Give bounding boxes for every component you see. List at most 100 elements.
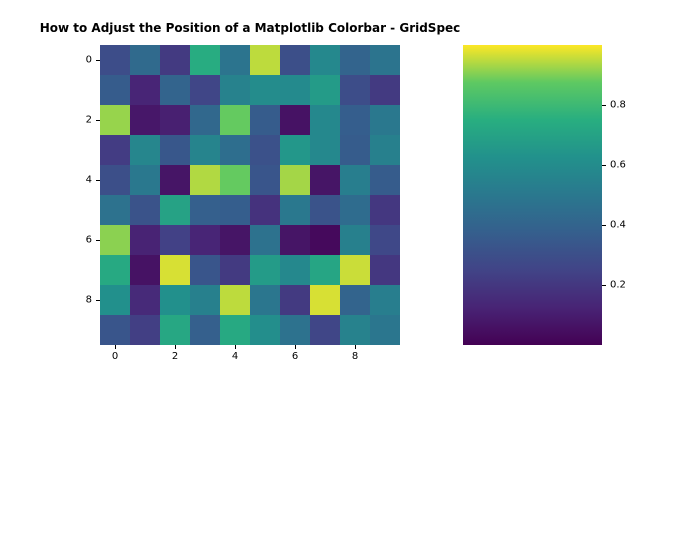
heatmap-cell: [340, 315, 370, 345]
heatmap-cell: [160, 75, 190, 105]
chart-title: How to Adjust the Position of a Matplotl…: [40, 21, 461, 35]
x-tick-label: 8: [352, 351, 358, 362]
x-tick-mark: [175, 345, 176, 349]
y-tick-mark: [96, 180, 100, 181]
y-tick-mark: [96, 60, 100, 61]
heatmap-cell: [160, 195, 190, 225]
colorbar-tick-mark: [602, 165, 606, 166]
heatmap-cell: [130, 315, 160, 345]
heatmap-cell: [340, 225, 370, 255]
heatmap-cell: [250, 165, 280, 195]
x-tick-label: 0: [112, 351, 118, 362]
heatmap-cell: [280, 285, 310, 315]
heatmap-cell: [280, 225, 310, 255]
heatmap-cell: [190, 135, 220, 165]
heatmap-cell: [370, 45, 400, 75]
heatmap-cell: [190, 195, 220, 225]
heatmap-cell: [280, 315, 310, 345]
heatmap-cell: [220, 195, 250, 225]
y-tick-mark: [96, 300, 100, 301]
heatmap-cell: [340, 105, 370, 135]
heatmap-cell: [370, 285, 400, 315]
heatmap: [100, 45, 400, 345]
x-tick-label: 2: [172, 351, 178, 362]
heatmap-cell: [100, 225, 130, 255]
heatmap-cell: [280, 75, 310, 105]
heatmap-cell: [100, 45, 130, 75]
heatmap-cell: [310, 135, 340, 165]
heatmap-cell: [250, 45, 280, 75]
heatmap-cell: [190, 45, 220, 75]
heatmap-cell: [340, 45, 370, 75]
heatmap-cell: [370, 195, 400, 225]
heatmap-cell: [370, 315, 400, 345]
heatmap-cell: [370, 105, 400, 135]
heatmap-cell: [370, 165, 400, 195]
colorbar-tick-label: 0.6: [610, 160, 626, 171]
colorbar-tick-mark: [602, 105, 606, 106]
heatmap-cell: [340, 75, 370, 105]
heatmap-cell: [340, 285, 370, 315]
heatmap-cell: [130, 45, 160, 75]
heatmap-cell: [310, 225, 340, 255]
colorbar: [463, 45, 602, 345]
heatmap-cell: [190, 165, 220, 195]
heatmap-cell: [160, 255, 190, 285]
heatmap-cell: [250, 315, 280, 345]
heatmap-cell: [250, 255, 280, 285]
heatmap-cell: [370, 135, 400, 165]
heatmap-cell: [130, 105, 160, 135]
colorbar-tick-label: 0.2: [610, 280, 626, 291]
heatmap-cell: [130, 165, 160, 195]
colorbar-tick-label: 0.8: [610, 100, 626, 111]
heatmap-cell: [340, 255, 370, 285]
heatmap-cell: [310, 75, 340, 105]
x-tick-mark: [235, 345, 236, 349]
x-tick-label: 4: [232, 351, 238, 362]
colorbar-tick-mark: [602, 225, 606, 226]
heatmap-cell: [130, 75, 160, 105]
heatmap-cell: [220, 285, 250, 315]
heatmap-cell: [100, 105, 130, 135]
heatmap-cell: [100, 285, 130, 315]
heatmap-cell: [160, 45, 190, 75]
colorbar-tick-label: 0.4: [610, 220, 626, 231]
heatmap-cell: [160, 285, 190, 315]
heatmap-cell: [160, 165, 190, 195]
heatmap-cell: [220, 255, 250, 285]
heatmap-cell: [250, 285, 280, 315]
y-tick-label: 6: [86, 235, 92, 246]
heatmap-cell: [220, 135, 250, 165]
heatmap-cell: [190, 255, 220, 285]
heatmap-cell: [130, 225, 160, 255]
y-tick-label: 8: [86, 295, 92, 306]
y-tick-mark: [96, 240, 100, 241]
heatmap-cell: [250, 75, 280, 105]
x-tick-label: 6: [292, 351, 298, 362]
heatmap-cell: [130, 135, 160, 165]
figure: How to Adjust the Position of a Matplotl…: [0, 0, 700, 560]
heatmap-cell: [250, 105, 280, 135]
heatmap-cell: [310, 255, 340, 285]
heatmap-cell: [190, 75, 220, 105]
heatmap-cell: [130, 285, 160, 315]
heatmap-cell: [340, 165, 370, 195]
heatmap-cell: [190, 105, 220, 135]
heatmap-cell: [250, 225, 280, 255]
heatmap-cell: [220, 75, 250, 105]
heatmap-cell: [100, 75, 130, 105]
heatmap-cell: [280, 195, 310, 225]
heatmap-cell: [280, 255, 310, 285]
x-tick-mark: [115, 345, 116, 349]
heatmap-cell: [250, 195, 280, 225]
heatmap-cell: [100, 165, 130, 195]
heatmap-cell: [340, 195, 370, 225]
x-tick-mark: [295, 345, 296, 349]
heatmap-cell: [220, 315, 250, 345]
heatmap-cell: [160, 315, 190, 345]
heatmap-cell: [130, 195, 160, 225]
heatmap-cell: [220, 165, 250, 195]
heatmap-cell: [310, 165, 340, 195]
heatmap-cell: [220, 45, 250, 75]
heatmap-cell: [100, 255, 130, 285]
